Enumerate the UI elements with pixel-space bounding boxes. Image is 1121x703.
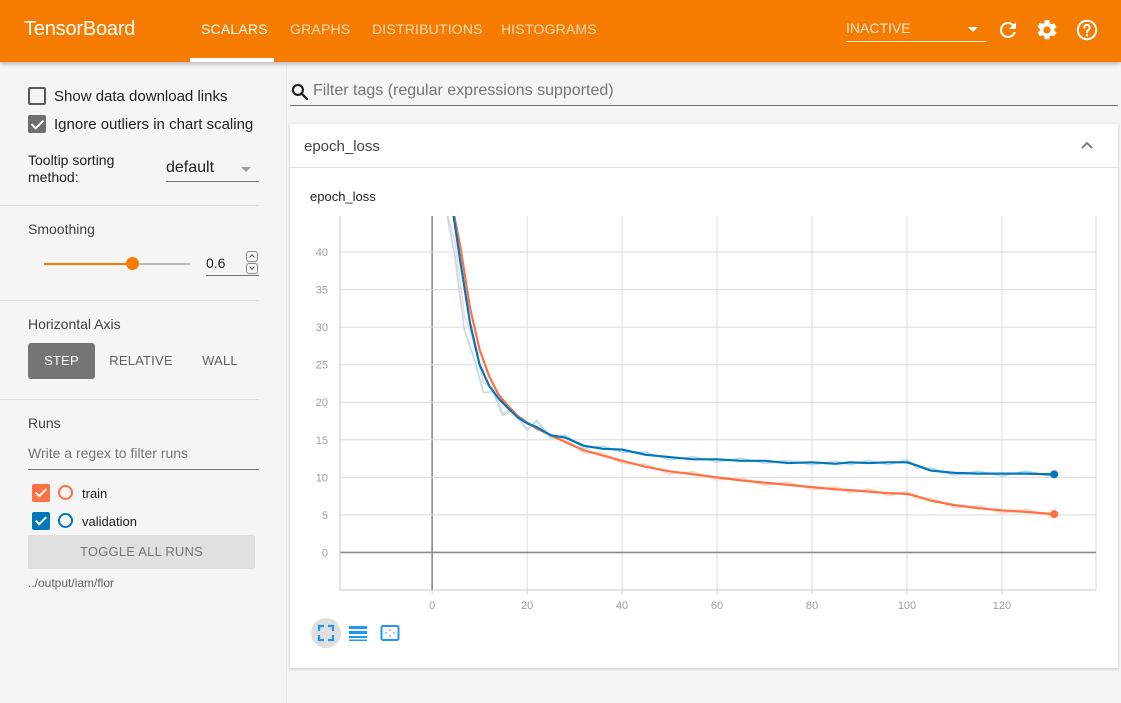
y-tick-label: 30 [316, 322, 328, 334]
dropdown-value: INACTIVE [846, 20, 911, 36]
smoothing-increment-icon[interactable] [246, 251, 258, 262]
y-tick-label: 35 [316, 285, 328, 297]
tooltip-sorting-label-line2: method: [28, 169, 79, 185]
help-icon[interactable] [1075, 18, 1099, 42]
smoothing-title: Smoothing [28, 221, 95, 237]
raw-line-validation [446, 216, 1055, 478]
section-divider [0, 300, 259, 301]
tooltip-sorting-label: Tooltip sorting method: [28, 152, 114, 186]
smoothing-slider-fill [44, 263, 132, 265]
run-validation-label: validation [82, 514, 137, 529]
app-brand: TensorBoard [24, 18, 136, 40]
runs-filter [28, 442, 259, 470]
tooltip-sorting-dropdown[interactable]: default [166, 154, 259, 182]
x-tick-label: 100 [898, 600, 916, 612]
active-tab-indicator [190, 58, 274, 62]
y-tick-label: 5 [322, 510, 328, 522]
series-line-train [453, 216, 1055, 516]
tab-histograms[interactable]: HISTOGRAMS [501, 21, 597, 37]
x-tick-label: 120 [993, 600, 1011, 612]
chevron-down-icon [968, 27, 978, 32]
horizontal-axis-title: Horizontal Axis [28, 316, 121, 332]
expand-chart-icon [380, 625, 400, 641]
toggle-log-scale-button[interactable] [343, 618, 373, 648]
runs-title: Runs [28, 415, 61, 431]
top-bar: TensorBoard SCALARS GRAPHS DISTRIBUTIONS… [0, 0, 1121, 62]
expand-chart-button[interactable] [375, 618, 405, 648]
smoothing-value: 0.6 [206, 255, 226, 271]
axis-relative-button[interactable]: RELATIVE [104, 343, 178, 379]
section-divider [0, 205, 259, 206]
smoothed-series-layer [452, 216, 1059, 519]
fit-domain-icon [317, 624, 335, 642]
smoothing-slider[interactable] [44, 257, 190, 270]
y-tick-label: 15 [316, 435, 328, 447]
y-tick-label: 20 [316, 397, 328, 409]
raw-series-layer [446, 216, 1055, 518]
grid [340, 216, 1097, 590]
tab-distributions[interactable]: DISTRIBUTIONS [372, 21, 483, 37]
smoothing-decrement-icon[interactable] [246, 263, 258, 274]
axis-wall-button[interactable]: WALL [190, 343, 250, 379]
raw-line-train [447, 216, 1055, 518]
ignore-outliers-checkbox[interactable] [28, 115, 46, 133]
y-tick-label: 40 [316, 247, 328, 259]
x-tick-label: 80 [806, 600, 818, 612]
show-download-links-label: Show data download links [54, 88, 228, 105]
refresh-icon[interactable] [996, 18, 1020, 42]
y-tick-label: 25 [316, 360, 328, 372]
x-tick-label: 60 [711, 600, 723, 612]
gear-icon[interactable] [1035, 18, 1059, 42]
tooltip-sorting-value: default [166, 159, 215, 176]
run-validation-color-circle[interactable] [58, 513, 73, 528]
fit-domain-button[interactable] [311, 618, 341, 648]
series-endpoint-validation [1050, 470, 1059, 479]
tooltip-sorting-label-line1: Tooltip sorting [28, 152, 115, 168]
chart-card: epoch_loss epoch_loss 0 20 40 60 80 100 120 0 5 1… [290, 124, 1118, 668]
run-train-color-circle[interactable] [58, 485, 73, 500]
smoothing-slider-knob[interactable] [125, 257, 139, 270]
y-tick-label: 10 [316, 472, 328, 484]
axis-step-button[interactable]: STEP [28, 343, 95, 379]
ignore-outliers-label: Ignore outliers in chart scaling [54, 116, 254, 133]
run-validation-checkbox[interactable] [32, 512, 50, 530]
logdir-path: ../output/iam/flor [28, 576, 115, 590]
runs-filter-input[interactable] [28, 445, 259, 461]
x-tick-label: 40 [616, 600, 628, 612]
show-download-links-checkbox[interactable] [28, 87, 46, 105]
tag-filter [290, 80, 1118, 106]
inactive-plugins-dropdown[interactable]: INACTIVE [846, 14, 986, 42]
y-tick-label: 0 [322, 547, 328, 559]
run-train-checkbox[interactable] [32, 484, 50, 502]
section-divider [0, 399, 259, 400]
run-train-label: train [82, 486, 108, 501]
sidebar: Show data download links Ignore outliers… [0, 62, 287, 703]
tab-graphs[interactable]: GRAPHS [290, 21, 350, 37]
x-tick-label: 0 [429, 600, 435, 612]
search-icon [291, 83, 309, 101]
chevron-down-icon [241, 167, 251, 172]
tab-scalars[interactable]: SCALARS [201, 21, 268, 37]
series-line-validation [452, 216, 1055, 476]
x-tick-label: 20 [521, 600, 533, 612]
toggle-log-scale-icon [349, 626, 367, 641]
tag-filter-input[interactable] [313, 82, 1103, 100]
series-endpoint-train [1050, 510, 1059, 519]
loss-chart[interactable]: 0 20 40 60 80 100 120 0 5 10 15 20 25 30 35 40 [290, 124, 1118, 614]
toggle-all-runs-button[interactable]: TOGGLE ALL RUNS [28, 535, 255, 569]
